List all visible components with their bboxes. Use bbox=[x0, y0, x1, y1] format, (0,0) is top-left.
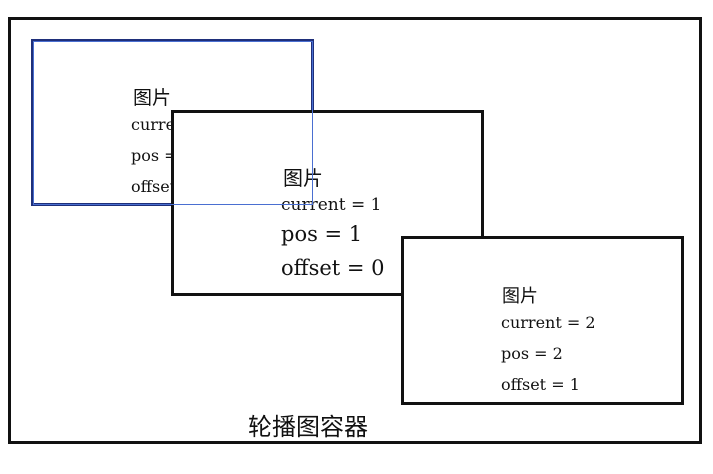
card-current: current = 1 bbox=[281, 195, 382, 215]
card-pos: pos = 2 bbox=[501, 344, 563, 363]
card-offset: offset = 0 bbox=[281, 256, 385, 280]
card-offset: offset = 1 bbox=[501, 375, 580, 394]
card-title: 图片 bbox=[133, 87, 172, 109]
image-card-2: 图片 current = 2 pos = 2 offset = 1 bbox=[401, 236, 684, 405]
card-pos: pos = 1 bbox=[281, 222, 363, 246]
card-title: 图片 bbox=[502, 286, 538, 307]
card-current: curre bbox=[131, 115, 176, 134]
card-current: current = 2 bbox=[501, 313, 596, 332]
card-title: 图片 bbox=[283, 166, 323, 190]
container-label: 轮播图容器 bbox=[248, 413, 368, 441]
